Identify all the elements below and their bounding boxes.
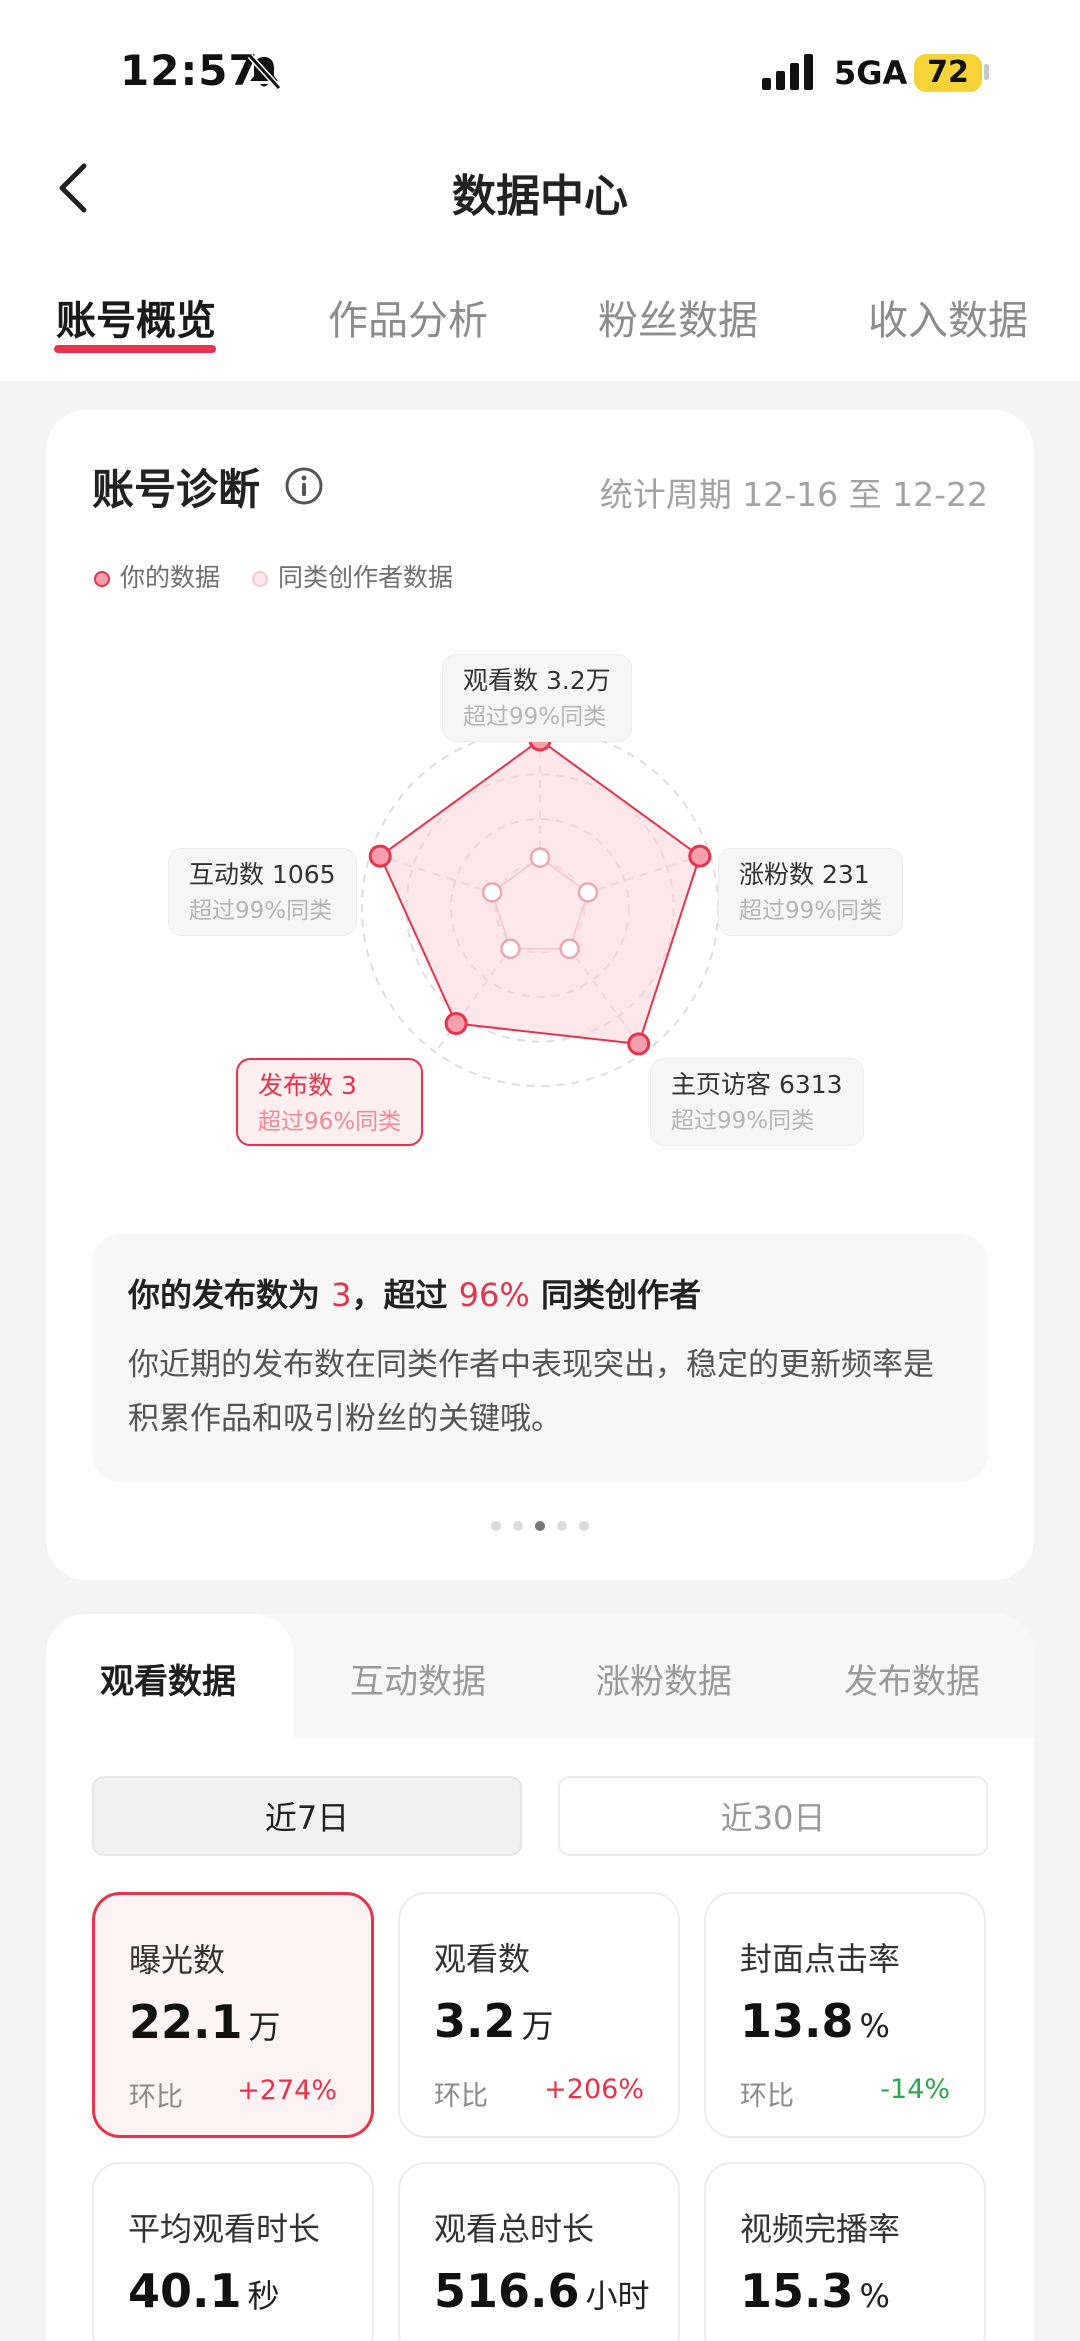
metric-label: 封面点击率 [740, 1940, 901, 1978]
metric-card-cover-ctr[interactable]: 封面点击率 13.8% 环比 -14% [704, 1892, 986, 2138]
metric-compare-label: 环比 [434, 2081, 488, 2112]
metric-value: 15.3% [740, 2264, 890, 2318]
radar-label-posts-value: 发布数 3 [258, 1071, 357, 1100]
insight-suffix: 同类创作者 [529, 1276, 701, 1314]
metric-unit: 小时 [585, 2277, 650, 2315]
metric-number: 516.6 [434, 2264, 580, 2318]
page-title: 数据中心 [452, 171, 628, 222]
metric-delta: -14% [880, 2074, 950, 2105]
insight-headline: 你的发布数为 3，超过 96% 同类创作者 [128, 1270, 701, 1316]
metric-label: 观看总时长 [434, 2210, 595, 2248]
radar-label-views-rank: 超过99%同类 [463, 704, 607, 730]
metric-label: 视频完播率 [740, 2210, 901, 2248]
metric-card-avg-watch-time[interactable]: 平均观看时长 40.1 秒 [92, 2162, 374, 2341]
legend-peers-label: 同类创作者数据 [277, 563, 453, 592]
radar-label-follows-value: 涨粉数 231 [739, 860, 870, 889]
insight-value: 3 [331, 1276, 352, 1314]
insight-prefix: 你的发布数为 [128, 1276, 332, 1314]
metric-unit: % [859, 2277, 890, 2315]
subtab-follower-data[interactable]: 涨粉数据 [596, 1654, 732, 1703]
legend-mine-swatch [94, 571, 110, 587]
statistics-period: 统计周期 12-16 至 12-22 [599, 475, 988, 514]
metric-unit: 万 [248, 2008, 281, 2046]
pager-dot[interactable] [513, 1521, 523, 1531]
metric-number: 3.2 [434, 1994, 516, 2048]
battery-level: 72 [914, 54, 982, 92]
metric-value: 3.2 万 [434, 1994, 554, 2048]
radar-label-posts[interactable]: 发布数 3 超过96%同类 [236, 1058, 424, 1146]
metric-delta: +274% [237, 2075, 337, 2106]
metric-card-total-watch-time[interactable]: 观看总时长 516.6 小时 [398, 2162, 680, 2341]
insight-box: 你的发布数为 3，超过 96% 同类创作者 你近期的发布数在同类作者中表现突出，… [92, 1234, 988, 1482]
radar-label-follows-rank: 超过99%同类 [739, 898, 883, 924]
tab-account-overview[interactable]: 账号概览 [56, 288, 216, 346]
tab-works-analysis[interactable]: 作品分析 [328, 288, 488, 346]
radar-label-visitors[interactable]: 主页访客 6313 超过99%同类 [650, 1058, 864, 1146]
metric-compare-label: 环比 [740, 2081, 794, 2112]
radar-label-views[interactable]: 观看数 3.2万 超过99%同类 [442, 654, 632, 742]
carousel-pager [0, 1516, 1080, 1535]
network-type: 5GA [834, 54, 908, 92]
legend-mine-label: 你的数据 [120, 563, 221, 592]
radar-label-interactions[interactable]: 互动数 1065 超过99%同类 [168, 848, 357, 936]
diagnosis-title: 账号诊断 [92, 465, 261, 514]
radar-legend: 你的数据 同类创作者数据 [94, 558, 477, 592]
metric-number: 13.8 [740, 1994, 854, 2048]
insight-mid: ，超过 [351, 1276, 459, 1314]
range-30-days-button[interactable]: 近30日 [558, 1776, 988, 1856]
pager-dot[interactable] [557, 1521, 567, 1531]
metric-card-impressions[interactable]: 曝光数 22.1 万 环比 +274% [92, 1892, 374, 2138]
pager-dot[interactable] [579, 1521, 589, 1531]
subtab-interaction-data[interactable]: 互动数据 [350, 1654, 486, 1703]
metric-unit: % [859, 2007, 890, 2045]
metric-value: 13.8% [740, 1994, 890, 2048]
subtab-publish-data[interactable]: 发布数据 [844, 1654, 980, 1703]
metric-number: 22.1 [129, 1995, 243, 2049]
mute-bell-icon [247, 53, 282, 91]
tab-income-data[interactable]: 收入数据 [868, 288, 1028, 346]
radar-label-visitors-value: 主页访客 6313 [671, 1070, 843, 1099]
radar-label-posts-rank: 超过96%同类 [258, 1109, 402, 1135]
metric-unit: 秒 [247, 2277, 280, 2315]
metric-unit: 万 [521, 2007, 554, 2045]
metric-label: 观看数 [434, 1940, 531, 1978]
range-7-days-button[interactable]: 近7日 [92, 1776, 522, 1856]
metric-label: 曝光数 [129, 1941, 226, 1979]
legend-peers: 同类创作者数据 [251, 558, 453, 594]
metric-delta: +206% [544, 2074, 644, 2105]
battery-tip [984, 64, 989, 80]
status-time: 12:57 [120, 46, 259, 95]
metric-value: 40.1 秒 [128, 2264, 280, 2318]
radar-label-interactions-rank: 超过99%同类 [189, 898, 333, 924]
radar-label-views-value: 观看数 3.2万 [463, 666, 611, 695]
active-tab-indicator [54, 345, 216, 353]
metric-card-completion-rate[interactable]: 视频完播率 15.3% [704, 2162, 986, 2341]
metric-card-views[interactable]: 观看数 3.2 万 环比 +206% [398, 1892, 680, 2138]
radar-label-visitors-rank: 超过99%同类 [671, 1108, 815, 1134]
subtab-view-data[interactable]: 观看数据 [100, 1654, 236, 1703]
insight-percent: 96% [458, 1276, 530, 1314]
metric-compare-label: 环比 [129, 2082, 183, 2113]
pager-dot[interactable] [491, 1521, 501, 1531]
radar-label-interactions-value: 互动数 1065 [189, 860, 336, 889]
metric-value: 516.6 小时 [434, 2264, 650, 2318]
legend-peers-swatch [251, 571, 268, 587]
metric-number: 40.1 [128, 2264, 242, 2318]
insight-body: 你近期的发布数在同类作者中表现突出，稳定的更新频率是积累作品和吸引粉丝的关键哦。 [128, 1347, 934, 1437]
metric-value: 22.1 万 [129, 1995, 281, 2049]
info-icon[interactable] [284, 466, 324, 506]
radar-label-follows[interactable]: 涨粉数 231 超过99%同类 [718, 848, 904, 936]
signal-icon [762, 54, 813, 90]
tab-fans-data[interactable]: 粉丝数据 [598, 288, 758, 346]
metric-number: 15.3 [740, 2264, 854, 2318]
pager-dot-active[interactable] [535, 1521, 545, 1531]
metric-label: 平均观看时长 [128, 2210, 321, 2248]
legend-mine: 你的数据 [94, 558, 220, 594]
